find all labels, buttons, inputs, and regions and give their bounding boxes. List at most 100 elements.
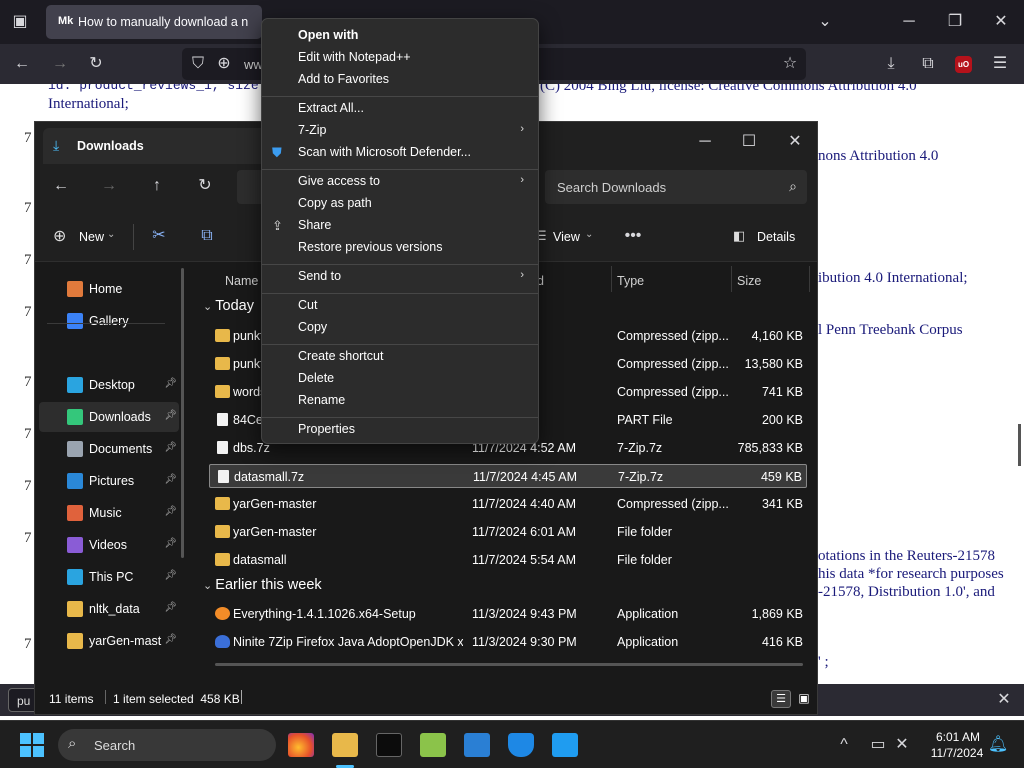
desktop-icon <box>67 377 83 393</box>
column-header-name[interactable]: Name <box>225 274 258 288</box>
maximize-icon[interactable]: ❐ <box>943 12 967 32</box>
chevron-up-icon[interactable]: ^ <box>832 735 856 755</box>
group-header-earlier[interactable]: ⌄ Earlier this week <box>203 577 322 593</box>
zip-folder-icon <box>215 385 230 398</box>
sidebar-item-documents[interactable]: Documents 📌︎ <box>39 434 179 464</box>
view-button[interactable]: ☰ View ⌄ <box>535 226 595 248</box>
back-arrow-icon[interactable]: ← <box>10 54 34 74</box>
menu-item-copy[interactable]: Copy <box>298 320 327 334</box>
explorer-minimize-icon[interactable]: ─ <box>693 132 717 152</box>
sidebar-item-home[interactable]: Home <box>39 274 179 304</box>
table-row[interactable]: yarGen-master 11/7/2024 4:40 AM Compressed… <box>209 492 807 516</box>
sidebar-item-gallery[interactable]: Gallery <box>39 306 179 336</box>
ublock-icon[interactable]: uO <box>955 56 972 73</box>
nav-up-icon[interactable]: ↑ <box>145 176 169 196</box>
downloads-icon[interactable]: ⤓ <box>879 54 903 74</box>
table-row[interactable]: Everything-1.4.1.1026.x64-Setup 11/3/2024… <box>209 602 807 626</box>
menu-item-give-access-to[interactable]: Give access to <box>298 174 380 188</box>
menu-item-open-with[interactable]: Open with <box>298 28 358 42</box>
group-header-today[interactable]: ⌄ Today <box>203 298 254 314</box>
menu-item-7-zip[interactable]: 7-Zip <box>298 123 326 137</box>
menu-item-cut[interactable]: Cut <box>298 298 317 312</box>
volume-muted-icon[interactable]: ✕ <box>890 735 914 755</box>
find-close-icon[interactable]: ✕ <box>992 690 1016 710</box>
menu-item-edit-with-notepad[interactable]: Edit with Notepad++ <box>298 50 411 64</box>
photos-icon[interactable] <box>464 733 490 757</box>
notification-bell-icon[interactable]: 🔔︎ <box>986 735 1010 755</box>
menu-item-send-to[interactable]: Send to <box>298 269 341 283</box>
menu-separator <box>262 293 538 294</box>
sidebar-item-desktop[interactable]: Desktop 📌︎ <box>39 370 179 400</box>
extensions-icon[interactable]: ⧉ <box>916 54 940 74</box>
table-row[interactable]: Ninite 7Zip Firefox Java AdoptOpenJDK x.… <box>209 630 807 654</box>
notepad-plus-plus-icon[interactable] <box>420 733 446 757</box>
forward-arrow-icon[interactable]: → <box>48 54 72 74</box>
menu-item-restore-previous-versions[interactable]: Restore previous versions <box>298 240 443 254</box>
nav-refresh-icon[interactable]: ↻ <box>193 176 217 196</box>
sidebar-item-yargen-mast[interactable]: yarGen-mast 📌︎ <box>39 626 179 656</box>
sidebar-item-videos[interactable]: Videos 📌︎ <box>39 530 179 560</box>
menu-item-scan-with-microsoft-defender[interactable]: Scan with Microsoft Defender... <box>298 145 471 159</box>
table-row[interactable]: datasmall.7z 11/7/2024 4:45 AM 7-Zip.7z 459… <box>209 464 807 488</box>
sidebar-scrollbar[interactable] <box>181 268 184 558</box>
browser-tab-active[interactable]: Mk How to manually download a n <box>46 5 262 39</box>
pictures-icon <box>67 473 83 489</box>
taskbar-search[interactable]: ⌕ Search <box>58 729 276 761</box>
vscode-icon[interactable] <box>552 733 578 757</box>
hamburger-menu-icon[interactable]: ☰ <box>988 54 1012 74</box>
details-view-icon[interactable]: ☰ <box>771 690 791 708</box>
column-header-size[interactable]: Size <box>737 274 761 288</box>
menu-item-properties[interactable]: Properties <box>298 422 355 436</box>
search-box[interactable]: Search Downloads ⌕ <box>545 170 807 204</box>
nav-back-icon[interactable]: ← <box>49 176 73 196</box>
tiles-view-icon[interactable]: ▣ <box>795 690 813 708</box>
page-scrollbar[interactable] <box>1018 424 1021 466</box>
clock-time[interactable]: 6:01 AM <box>930 730 986 744</box>
network-icon[interactable]: ▭ <box>866 735 890 755</box>
new-button[interactable]: ⊕ New ⌄ <box>53 226 119 248</box>
menu-item-share[interactable]: Share <box>298 218 331 232</box>
sidebar-item-pictures[interactable]: Pictures 📌︎ <box>39 466 179 496</box>
minimize-icon[interactable]: ─ <box>897 12 921 32</box>
file-type: File folder <box>617 525 672 539</box>
table-row[interactable]: datasmall 11/7/2024 5:54 AM File folder <box>209 548 807 572</box>
menu-item-rename[interactable]: Rename <box>298 393 345 407</box>
details-button[interactable]: ◧ Details <box>733 226 803 248</box>
column-header-type[interactable]: Type <box>617 274 644 288</box>
table-row[interactable]: yarGen-master 11/7/2024 6:01 AM File folde… <box>209 520 807 544</box>
close-icon[interactable]: ✕ <box>989 12 1013 32</box>
more-options-icon[interactable]: ••• <box>621 226 645 246</box>
explorer-tab[interactable]: ⤓ Downloads <box>43 128 267 164</box>
explorer-close-icon[interactable]: ✕ <box>783 132 807 152</box>
bookmark-star-icon[interactable]: ☆ <box>778 54 802 74</box>
cut-icon[interactable]: ✂ <box>147 226 171 246</box>
menu-item-delete[interactable]: Delete <box>298 371 334 385</box>
start-button[interactable] <box>20 733 44 757</box>
plus-circle-icon: ⊕ <box>53 228 67 245</box>
copy-icon[interactable]: ⧉ <box>195 226 219 246</box>
sidebar-item-label: Home <box>89 282 123 296</box>
menu-item-create-shortcut[interactable]: Create shortcut <box>298 349 383 363</box>
menu-item-extract-all[interactable]: Extract All... <box>298 101 364 115</box>
zip-folder-icon <box>215 357 230 370</box>
explorer-maximize-icon[interactable]: ☐ <box>737 132 761 152</box>
firefox-icon[interactable] <box>288 733 314 757</box>
reload-icon[interactable]: ↻ <box>84 54 108 74</box>
terminal-icon[interactable] <box>376 733 402 757</box>
clock-date[interactable]: 11/7/2024 <box>924 746 990 760</box>
sidebar-item-nltk-data[interactable]: nltk_data 📌︎ <box>39 594 179 624</box>
chevron-down-icon[interactable]: ⌄ <box>813 12 837 32</box>
sidebar-item-downloads[interactable]: Downloads 📌︎ <box>39 402 179 432</box>
defender-shield-icon[interactable] <box>508 733 534 757</box>
shield-icon[interactable]: ⛉ <box>186 54 210 74</box>
menu-item-add-to-favorites[interactable]: Add to Favorites <box>298 72 389 86</box>
nav-forward-icon[interactable]: → <box>97 176 121 196</box>
documents-icon <box>67 441 83 457</box>
tab-list-icon[interactable]: ▣ <box>8 12 32 32</box>
horizontal-scrollbar[interactable] <box>215 663 803 666</box>
menu-item-copy-as-path[interactable]: Copy as path <box>298 196 372 210</box>
lock-icon[interactable]: ⊕ <box>212 54 236 74</box>
sidebar-item-music[interactable]: Music 📌︎ <box>39 498 179 528</box>
file-explorer-icon[interactable] <box>332 733 358 757</box>
sidebar-item-this-pc[interactable]: This PC 📌︎ <box>39 562 179 592</box>
